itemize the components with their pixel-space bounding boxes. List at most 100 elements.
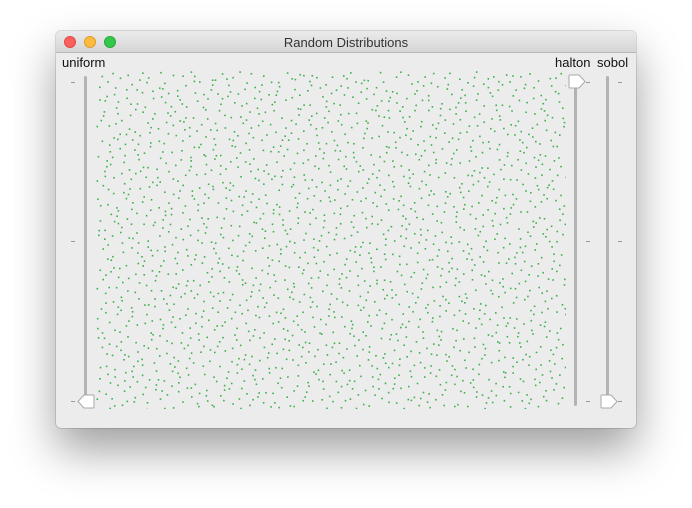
sample-point — [433, 193, 435, 195]
sample-point — [252, 398, 254, 401]
sample-point — [437, 122, 440, 125]
sample-point — [351, 388, 354, 390]
sample-point — [373, 93, 375, 96]
sample-point — [142, 72, 144, 74]
sample-point — [101, 346, 104, 349]
sample-point — [106, 95, 108, 98]
sample-point — [227, 371, 230, 373]
sample-point — [192, 279, 195, 282]
halton-slider-track[interactable] — [574, 76, 577, 406]
sample-point — [261, 139, 263, 142]
sample-point — [377, 378, 380, 381]
sample-point — [136, 103, 139, 105]
sample-point — [540, 201, 543, 203]
sample-point — [264, 194, 267, 196]
sample-point — [505, 74, 508, 76]
sample-point — [543, 325, 546, 328]
sample-point — [172, 74, 175, 77]
sample-point — [408, 223, 411, 225]
sample-point — [335, 380, 338, 383]
sample-point — [121, 119, 123, 122]
sample-point — [147, 77, 150, 79]
sample-point — [280, 248, 282, 251]
sample-point — [356, 231, 359, 233]
sample-point — [275, 367, 277, 369]
sample-point — [466, 131, 468, 133]
sample-point — [454, 383, 456, 386]
sample-point — [322, 226, 325, 229]
sample-point — [482, 214, 484, 216]
sample-point — [417, 144, 419, 146]
sample-point — [473, 116, 476, 119]
sample-point — [519, 246, 522, 249]
sample-point — [219, 300, 221, 302]
sample-point — [325, 142, 328, 145]
sample-point — [292, 359, 294, 361]
sobol-slider-knob[interactable] — [600, 394, 618, 409]
sample-point — [298, 344, 300, 346]
sample-point — [434, 235, 437, 237]
title-bar[interactable]: Random Distributions — [56, 31, 636, 53]
sample-point — [264, 230, 267, 232]
sample-point — [371, 223, 373, 225]
halton-slider-knob[interactable] — [568, 74, 586, 89]
sample-point — [473, 337, 476, 340]
uniform-slider-track[interactable] — [84, 76, 87, 406]
sample-point — [338, 278, 341, 280]
sample-point — [273, 109, 275, 112]
sample-point — [172, 407, 175, 409]
sample-point — [203, 223, 205, 225]
sample-point — [456, 211, 458, 213]
sample-point — [205, 395, 208, 397]
sample-point — [158, 207, 160, 209]
sample-point — [460, 97, 462, 99]
sample-point — [203, 154, 205, 156]
sample-point — [449, 108, 451, 111]
sample-point — [360, 200, 362, 202]
sample-point — [291, 96, 294, 99]
sample-point — [399, 358, 401, 360]
sample-point — [109, 144, 111, 146]
sample-point — [269, 286, 271, 289]
sample-point — [267, 257, 269, 259]
sample-point — [137, 154, 139, 156]
sample-point — [130, 307, 133, 309]
sample-point — [484, 407, 486, 410]
sample-point — [349, 398, 352, 400]
sample-point — [311, 75, 314, 77]
sample-point — [176, 89, 179, 92]
sample-point — [282, 224, 284, 226]
sample-point — [348, 290, 351, 292]
sample-point — [520, 269, 523, 272]
sobol-slider-track[interactable] — [606, 76, 609, 406]
uniform-slider-knob[interactable] — [77, 394, 95, 409]
sample-point — [340, 123, 343, 126]
sample-point — [239, 152, 242, 154]
sample-point — [267, 272, 269, 275]
sample-point — [228, 247, 230, 250]
sample-point — [502, 285, 504, 288]
sample-point — [177, 180, 179, 182]
sample-point — [280, 312, 282, 315]
sample-point — [542, 102, 545, 105]
sample-point — [519, 238, 522, 240]
sample-point — [405, 336, 408, 338]
sample-point — [130, 178, 133, 181]
sample-point — [250, 201, 253, 203]
sample-point — [542, 233, 545, 235]
sample-point — [439, 305, 441, 307]
sample-point — [530, 265, 533, 267]
sample-point — [190, 290, 193, 292]
sample-point — [255, 383, 258, 386]
sample-point — [141, 91, 144, 94]
sample-point — [437, 176, 440, 179]
sample-point — [520, 211, 522, 213]
sample-point — [500, 168, 502, 171]
sample-point — [151, 320, 154, 322]
sample-point — [418, 241, 420, 244]
sample-point — [318, 167, 320, 170]
sample-point — [386, 294, 388, 297]
sample-point — [454, 368, 456, 371]
sample-point — [518, 282, 521, 285]
sample-point — [190, 160, 192, 162]
